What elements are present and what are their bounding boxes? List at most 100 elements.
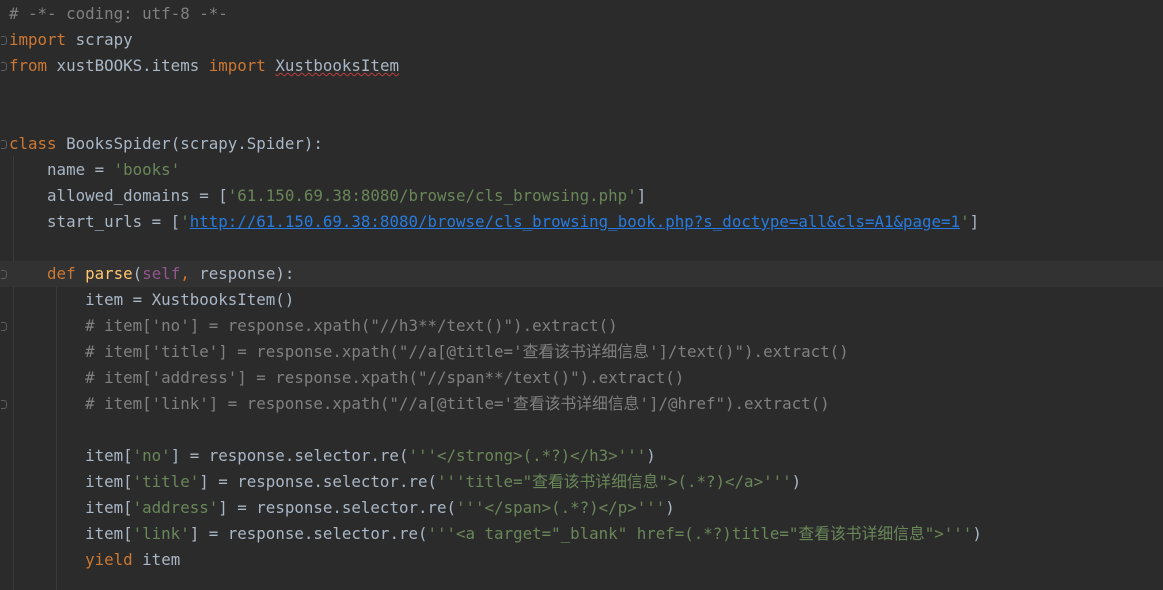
code-token: BooksSpider(scrapy.Spider): bbox=[56, 134, 323, 153]
code-token: '61.150.69.38:8080/browse/cls_browsing.p… bbox=[227, 186, 637, 205]
code-token: 'address' bbox=[132, 498, 219, 517]
code-text: item['link'] = response.selector.re('''<… bbox=[9, 521, 982, 547]
code-line[interactable]: # item['title'] = response.xpath("//a[@t… bbox=[0, 339, 1163, 365]
code-text: item = XustbooksItem() bbox=[9, 287, 294, 313]
code-token: import bbox=[208, 56, 266, 75]
code-text: item['no'] = response.selector.re('''</s… bbox=[9, 443, 656, 469]
code-token: self bbox=[142, 264, 181, 283]
code-text: # item['address'] = response.xpath("//sp… bbox=[9, 365, 684, 391]
code-line[interactable]: allowed_domains = ['61.150.69.38:8080/br… bbox=[0, 183, 1163, 209]
code-text: def parse(self, response): bbox=[9, 261, 294, 287]
code-token: '''<a target="_blank" href=(.*?)title="查… bbox=[427, 524, 973, 543]
code-token: # item['title'] = response.xpath("//a[@t… bbox=[9, 342, 849, 361]
code-line[interactable]: # -*- coding: utf-8 -*- bbox=[0, 1, 1163, 27]
code-token: parse bbox=[85, 264, 133, 283]
code-token: 'no' bbox=[132, 446, 171, 465]
code-line[interactable]: yield item bbox=[0, 547, 1163, 573]
code-token: start_urls = [ bbox=[9, 212, 181, 231]
code-token: # item['address'] = response.xpath("//sp… bbox=[9, 368, 685, 387]
code-token: '''</span>(.*?)</p>''' bbox=[456, 498, 666, 517]
code-token: item[ bbox=[9, 524, 133, 543]
code-text: start_urls = ['http://61.150.69.38:8080/… bbox=[9, 209, 979, 235]
code-token: allowed_domains = [ bbox=[9, 186, 228, 205]
code-token: 'title' bbox=[132, 472, 200, 491]
code-token: , bbox=[180, 264, 200, 283]
code-token: ] = response.selector.re( bbox=[170, 446, 409, 465]
code-token: name = bbox=[9, 160, 114, 179]
code-token: response): bbox=[199, 264, 295, 283]
code-token: from bbox=[9, 56, 48, 75]
code-token: class bbox=[9, 134, 57, 153]
code-editor[interactable]: # -*- coding: utf-8 -*- import scrapy from… bbox=[0, 0, 1163, 590]
code-token: ) bbox=[972, 524, 982, 543]
code-line[interactable]: item = XustbooksItem() bbox=[0, 287, 1163, 313]
code-line[interactable] bbox=[0, 417, 1163, 443]
code-token: XustbooksItem bbox=[275, 56, 399, 75]
code-line[interactable]: # item['link'] = response.xpath("//a[@ti… bbox=[0, 391, 1163, 417]
code-text: yield item bbox=[9, 547, 180, 573]
code-line[interactable] bbox=[0, 79, 1163, 105]
code-text: # item['no'] = response.xpath("//h3**/te… bbox=[9, 313, 618, 339]
code-token: item bbox=[132, 550, 181, 569]
code-token: item[ bbox=[9, 472, 133, 491]
code-token: ] = response.selector.re( bbox=[199, 472, 437, 491]
code-line[interactable] bbox=[0, 105, 1163, 131]
code-line[interactable]: name = 'books' bbox=[0, 157, 1163, 183]
code-token: xustBOOKS.items bbox=[47, 56, 209, 75]
code-line[interactable]: def parse(self, response): bbox=[0, 261, 1163, 287]
code-line[interactable]: item['title'] = response.selector.re('''… bbox=[0, 469, 1163, 495]
fold-marker-icon[interactable] bbox=[1, 36, 7, 45]
code-token: yield bbox=[85, 550, 133, 569]
code-text: item['address'] = response.selector.re('… bbox=[9, 495, 675, 521]
code-line[interactable]: # item['address'] = response.xpath("//sp… bbox=[0, 365, 1163, 391]
code-token: http://61.150.69.38:8080/browse/cls_brow… bbox=[189, 212, 961, 231]
code-token: item = XustbooksItem() bbox=[9, 290, 295, 309]
code-token: # -*- coding: utf-8 -*- bbox=[9, 4, 228, 23]
code-token: ' bbox=[960, 212, 970, 231]
code-token: ] bbox=[636, 186, 647, 205]
fold-marker-icon[interactable] bbox=[1, 400, 7, 409]
code-line[interactable]: class BooksSpider(scrapy.Spider): bbox=[0, 131, 1163, 157]
code-text: from xustBOOKS.items import XustbooksIte… bbox=[9, 53, 399, 79]
code-token: def bbox=[47, 264, 76, 283]
code-token: ] = response.selector.re( bbox=[189, 524, 428, 543]
code-text: item['title'] = response.selector.re('''… bbox=[9, 469, 801, 495]
code-token: scrapy bbox=[66, 30, 133, 49]
code-text: # -*- coding: utf-8 -*- bbox=[9, 1, 228, 27]
code-token: ' bbox=[180, 212, 190, 231]
code-line[interactable]: start_urls = ['http://61.150.69.38:8080/… bbox=[0, 209, 1163, 235]
code-line[interactable]: item['no'] = response.selector.re('''</s… bbox=[0, 443, 1163, 469]
code-token: ) bbox=[646, 446, 656, 465]
code-line[interactable] bbox=[0, 235, 1163, 261]
fold-marker-icon[interactable] bbox=[1, 270, 7, 279]
code-token: ] bbox=[969, 212, 980, 231]
code-line[interactable]: import scrapy bbox=[0, 27, 1163, 53]
code-text: allowed_domains = ['61.150.69.38:8080/br… bbox=[9, 183, 646, 209]
code-text: class BooksSpider(scrapy.Spider): bbox=[9, 131, 323, 157]
code-text: import scrapy bbox=[9, 27, 133, 53]
code-line[interactable]: item['link'] = response.selector.re('''<… bbox=[0, 521, 1163, 547]
code-line[interactable]: item['address'] = response.selector.re('… bbox=[0, 495, 1163, 521]
code-token: # item['link'] = response.xpath("//a[@ti… bbox=[9, 394, 830, 413]
code-token: 'books' bbox=[113, 160, 181, 179]
fold-marker-icon[interactable] bbox=[1, 140, 7, 149]
code-token: ) bbox=[665, 498, 675, 517]
code-token: import bbox=[9, 30, 67, 49]
code-token: item[ bbox=[9, 498, 133, 517]
code-token: 'link' bbox=[132, 524, 190, 543]
code-token: '''title="查看该书详细信息">(.*?)</a>''' bbox=[436, 472, 792, 491]
code-token: item[ bbox=[9, 446, 133, 465]
code-token: # item['no'] = response.xpath("//h3**/te… bbox=[9, 316, 618, 335]
code-text: name = 'books' bbox=[9, 157, 180, 183]
code-line[interactable]: # item['no'] = response.xpath("//h3**/te… bbox=[0, 313, 1163, 339]
code-token: ) bbox=[791, 472, 802, 491]
fold-marker-icon[interactable] bbox=[1, 322, 7, 331]
code-token: ( bbox=[132, 264, 143, 283]
code-line[interactable]: from xustBOOKS.items import XustbooksIte… bbox=[0, 53, 1163, 79]
code-text: # item['link'] = response.xpath("//a[@ti… bbox=[9, 391, 830, 417]
fold-marker-icon[interactable] bbox=[1, 62, 7, 71]
